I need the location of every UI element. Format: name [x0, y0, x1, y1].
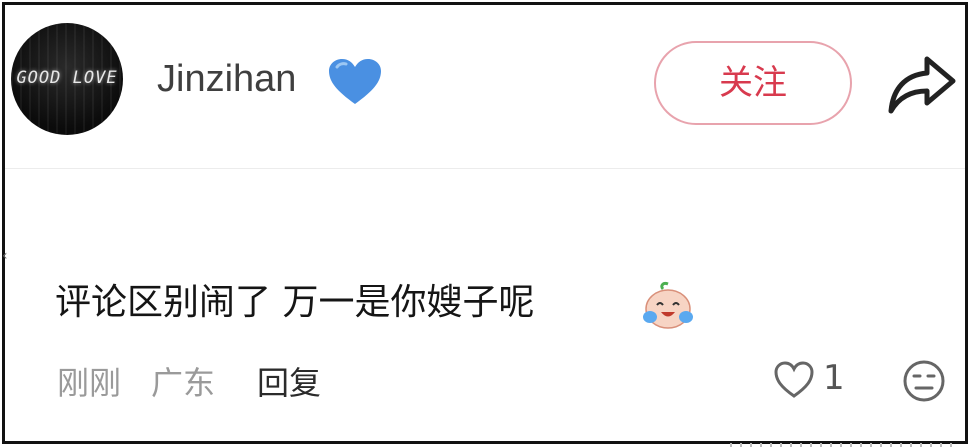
crying-laughing-emoji-icon — [643, 282, 693, 329]
comment-card: GOOD LOVE Jinzihan 关注 ‹ 评论区别闹了 万一是你嫂子呢 刚… — [2, 2, 968, 444]
bottom-marks — [730, 443, 960, 447]
edge-marker-icon: ‹ — [2, 248, 8, 264]
reply-button[interactable]: 回复 — [257, 360, 321, 406]
avatar[interactable]: GOOD LOVE — [11, 23, 123, 135]
blue-heart-icon — [329, 59, 381, 104]
location: 广东 — [151, 364, 216, 402]
avatar-text: GOOD LOVE — [16, 68, 118, 88]
username[interactable]: Jinzihan — [157, 51, 296, 107]
comment-text: 评论区别闹了 万一是你嫂子呢 — [55, 282, 535, 323]
share-arrow-icon[interactable] — [885, 53, 957, 117]
neutral-face-icon[interactable] — [902, 359, 946, 403]
heart-outline-icon[interactable] — [773, 360, 815, 400]
divider — [5, 168, 965, 169]
timestamp: 刚刚 — [57, 364, 122, 402]
follow-button[interactable]: 关注 — [654, 41, 852, 125]
like-count: 1 — [823, 358, 845, 398]
